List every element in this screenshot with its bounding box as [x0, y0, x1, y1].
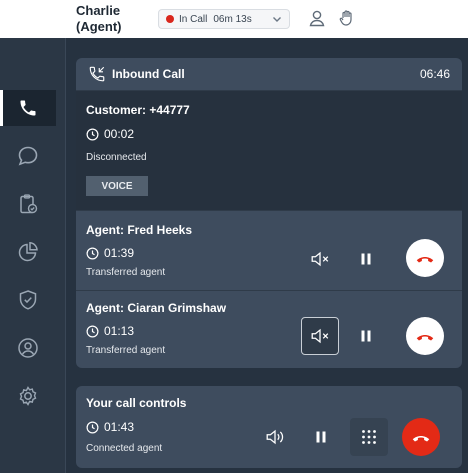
status-dropdown[interactable]: In Call 06m 13s: [158, 9, 290, 29]
clock-icon: [86, 247, 99, 259]
controls-status: Connected agent: [86, 443, 163, 454]
clock-icon: [86, 128, 99, 140]
sidebar-item-quality[interactable]: [0, 282, 56, 318]
hold-button[interactable]: [304, 420, 338, 454]
sidebar-item-reports[interactable]: [0, 234, 56, 270]
dialpad-button[interactable]: [350, 418, 388, 456]
pause-icon: [316, 431, 326, 443]
agent-name-line2: (Agent): [76, 19, 122, 34]
controls-title: Your call controls: [86, 396, 187, 410]
agent-row: Agent: Ciaran Grimshaw 01:13 Transferred…: [76, 290, 462, 368]
agent-timer: 01:39: [86, 246, 134, 260]
clock-icon: [86, 325, 99, 337]
customer-section: Customer: +44777 00:02 Disconnected VOIC…: [76, 90, 462, 210]
incoming-call-icon: [89, 66, 105, 82]
customer-status: Disconnected: [86, 152, 147, 163]
hold-button[interactable]: [348, 241, 384, 277]
mute-button[interactable]: [301, 317, 339, 355]
settings-icon: [19, 386, 37, 406]
customer-title: Customer: +44777: [86, 103, 190, 117]
voice-badge[interactable]: VOICE: [86, 176, 148, 196]
speaker-button[interactable]: [258, 420, 292, 454]
sidebar-item-calls[interactable]: [0, 90, 56, 126]
end-call-button[interactable]: [402, 418, 440, 456]
hangup-icon: [416, 256, 434, 263]
status-dot: [166, 15, 174, 23]
main-panel: Inbound Call 06:46 Customer: +44777 00:0…: [66, 38, 468, 473]
hangup-icon: [416, 334, 434, 341]
customer-timer-value: 00:02: [104, 127, 135, 141]
pie-chart-icon: [18, 241, 38, 262]
status-timer: 06m 13s: [213, 13, 252, 25]
sidebar-item-profile[interactable]: [0, 330, 56, 366]
sidebar-item-settings[interactable]: [0, 378, 56, 414]
agent-name-line1: Charlie: [76, 3, 121, 18]
agent-timer-value: 01:39: [104, 246, 135, 260]
speaker-muted-icon: [311, 328, 329, 344]
mute-button[interactable]: [302, 241, 338, 277]
hangup-icon: [412, 435, 430, 442]
hold-button[interactable]: [348, 318, 384, 354]
agent-status: Transferred agent: [86, 267, 166, 278]
hangup-button[interactable]: [406, 239, 444, 277]
inbound-call-header: Inbound Call 06:46: [76, 58, 462, 90]
agent-name: Charlie (Agent): [76, 3, 122, 35]
sidebar-item-chat[interactable]: [0, 138, 56, 174]
raise-hand-icon[interactable]: [338, 9, 356, 27]
sidebar: [0, 0, 66, 473]
chevron-down-icon: [273, 17, 281, 22]
agent-timer: 01:13: [86, 324, 134, 338]
agent-title: Agent: Ciaran Grimshaw: [86, 301, 227, 315]
chat-icon: [18, 146, 38, 166]
inbound-call-title: Inbound Call: [112, 67, 185, 81]
inbound-call-card: Inbound Call 06:46 Customer: +44777 00:0…: [76, 58, 462, 368]
phone-icon: [20, 100, 36, 116]
agent-timer-value: 01:13: [104, 324, 135, 338]
agent-row: Agent: Fred Heeks 01:39 Transferred agen…: [76, 210, 462, 290]
customer-timer: 00:02: [86, 127, 134, 141]
speaker-icon: [266, 429, 284, 445]
status-label: In Call: [179, 13, 208, 25]
dialpad-icon: [362, 430, 376, 444]
pause-icon: [361, 330, 371, 342]
agent-status: Transferred agent: [86, 345, 166, 356]
inbound-call-duration: 06:46: [419, 67, 450, 81]
user-circle-icon: [18, 338, 38, 358]
hangup-button[interactable]: [406, 317, 444, 355]
clipboard-check-icon: [20, 194, 38, 214]
pause-icon: [361, 253, 371, 265]
controls-timer: 01:43: [86, 420, 134, 434]
top-bar: Charlie (Agent) In Call 06m 13s: [66, 0, 468, 38]
controls-timer-value: 01:43: [104, 420, 135, 434]
clock-icon: [86, 421, 99, 433]
user-icon[interactable]: [308, 9, 326, 27]
agent-title: Agent: Fred Heeks: [86, 223, 193, 237]
sidebar-item-tasks[interactable]: [0, 186, 56, 222]
shield-check-icon: [19, 290, 37, 310]
your-call-controls-card: Your call controls 01:43 Connected agent: [76, 386, 462, 468]
sidebar-top-spacer: [0, 0, 66, 38]
speaker-muted-icon: [311, 251, 329, 267]
